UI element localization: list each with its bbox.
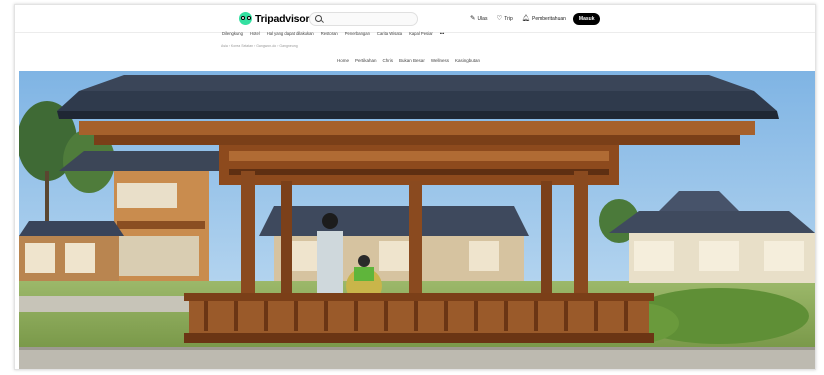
search-input[interactable] [309, 12, 418, 26]
top-navigation-bar: Tripadvisor ✎ Ulas ♡ Trip 🔔︎ Pemberitahu… [15, 5, 815, 33]
breadcrumb[interactable]: Asia › Korea Selatan › Gangwon-do › Gang… [221, 44, 298, 48]
brand-name: Tripadvisor [255, 12, 310, 25]
tripadvisor-logo[interactable]: Tripadvisor [239, 12, 310, 25]
review-link[interactable]: ✎ Ulas [470, 14, 488, 23]
trips-link-label: Trip [504, 16, 513, 22]
notifications-link[interactable]: 🔔︎ Pemberitahuan [521, 14, 566, 23]
menu-item-hotel[interactable]: Hotel [250, 31, 260, 36]
menu-item-flights[interactable]: Penerbangan [345, 31, 370, 36]
subnav-item-3[interactable]: Bukan Besar [399, 58, 425, 63]
header-actions: ✎ Ulas ♡ Trip 🔔︎ Pemberitahuan Masuk [470, 13, 601, 25]
review-link-label: Ulas [477, 16, 488, 22]
bell-icon: 🔔︎ [521, 14, 530, 22]
browser-page: Tripadvisor ✎ Ulas ♡ Trip 🔔︎ Pemberitahu… [14, 4, 816, 370]
menu-item-cruises[interactable]: Kapal Pesiar [409, 31, 433, 36]
subnav-item-1[interactable]: Pertikahan [355, 58, 377, 63]
owl-logo-icon [239, 12, 252, 25]
subnav-item-home[interactable]: Home [337, 58, 349, 63]
subnav-item-2[interactable]: Chris [383, 58, 394, 63]
heart-icon: ♡ [496, 14, 503, 22]
subnav-item-4[interactable]: Wellness [431, 58, 449, 63]
hanok-pavilion-photo [19, 71, 815, 369]
hero-image [19, 71, 815, 369]
pencil-icon: ✎ [470, 14, 476, 22]
menu-item-restaurants[interactable]: Restoran [321, 31, 338, 36]
notifications-link-label: Pemberitahuan [532, 16, 566, 22]
search-icon [315, 15, 322, 22]
more-menu-icon[interactable]: ••• [440, 31, 444, 36]
sub-navigation: Home Pertikahan Chris Bukan Besar Wellne… [337, 58, 486, 63]
sign-in-button[interactable]: Masuk [572, 13, 601, 25]
trips-link[interactable]: ♡ Trip [496, 14, 513, 23]
category-menu: Dilengkung Hotel Hal yang dapat dilakuka… [222, 31, 451, 36]
menu-item-travel-stories[interactable]: Carita Wisata [377, 31, 402, 36]
menu-item-things-to-do[interactable]: Hal yang dapat dilakukan [267, 31, 314, 36]
subnav-item-5[interactable]: Kasingbutan [455, 58, 480, 63]
menu-item-dilengkung[interactable]: Dilengkung [222, 31, 243, 36]
